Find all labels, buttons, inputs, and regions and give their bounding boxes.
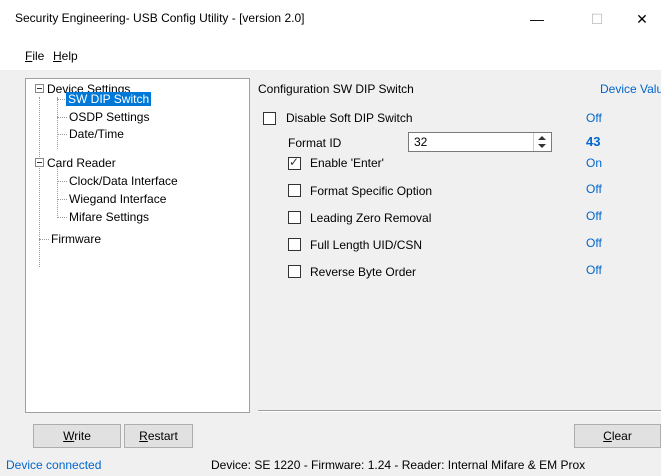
collapse-icon[interactable] [35,158,44,167]
menu-help-label: elp [61,49,78,63]
tree-line [57,181,67,182]
menu-help[interactable]: Help [53,49,78,63]
tree-line [57,134,67,135]
leading-zero-checkbox[interactable] [288,211,301,224]
full-length-value: Off [586,236,602,250]
full-length-checkbox[interactable] [288,238,301,251]
clear-accel: C [603,429,612,443]
menu-file-label: ile [32,49,45,63]
tree-line [39,97,40,267]
reverse-byte-value: Off [586,263,602,277]
disable-soft-dip-checkbox[interactable] [263,112,276,125]
connection-status: Device connected [6,458,102,472]
tree-line [57,217,67,218]
divider [258,410,661,412]
format-specific-checkbox[interactable] [288,184,301,197]
window-title: Security Engineering- USB Config Utility… [15,11,305,25]
status-bar: Device connected Device: SE 1220 - Firmw… [0,453,661,476]
write-accel: W [63,429,75,443]
format-specific-label: Format Specific Option [310,184,433,198]
tree-item-osdp-settings[interactable]: OSDP Settings [69,110,149,125]
tree-line [57,117,67,118]
format-id-label: Format ID [288,136,342,150]
spin-down-icon[interactable] [538,144,546,148]
write-button[interactable]: Write [33,424,121,448]
enable-enter-label: Enable 'Enter' [310,156,384,170]
reverse-byte-checkbox[interactable] [288,265,301,278]
tree-item-date-time[interactable]: Date/Time [69,127,124,142]
format-id-input[interactable]: 32 [408,132,552,152]
spin-up-icon[interactable] [538,136,546,140]
tree-line [57,166,58,218]
device-value-header: Device Value [600,82,661,96]
write-label: rite [74,429,91,443]
tree-item-firmware[interactable]: Firmware [51,232,101,247]
tree-item-label: SW DIP Switch [66,92,152,106]
leading-zero-value: Off [586,209,602,223]
reverse-byte-label: Reverse Byte Order [310,265,417,279]
format-specific-value: Off [586,182,602,196]
tree-item-sw-dip-switch[interactable]: SW DIP Switch [66,92,152,107]
disable-soft-dip-label: Disable Soft DIP Switch [286,111,413,125]
restart-accel: R [139,429,148,443]
tree-line [57,97,58,149]
clear-button[interactable]: Clear [574,424,661,448]
menu-help-accel: H [53,49,62,63]
maximize-button[interactable]: ☐ [575,6,619,32]
menu-file[interactable]: File [25,49,44,63]
enable-enter-checkbox[interactable] [288,155,301,170]
minimize-button[interactable]: — [515,6,559,32]
format-id-spinner[interactable] [533,133,552,151]
leading-zero-label: Leading Zero Removal [310,211,432,225]
format-id-value: 43 [586,134,601,149]
title-bar: Security Engineering- USB Config Utility… [0,0,661,38]
close-button[interactable]: ✕ [620,6,661,32]
config-group-title: Configuration SW DIP Switch [258,82,414,96]
device-info: Device: SE 1220 - Firmware: 1.24 - Reade… [211,458,586,472]
tree-line [57,199,67,200]
tree-item-clock-data[interactable]: Clock/Data Interface [69,174,178,189]
disable-soft-dip-value: Off [586,111,602,125]
enable-enter-value: On [586,156,603,170]
tree-item-card-reader[interactable]: Card Reader [47,156,116,171]
restart-label: estart [147,429,178,443]
format-id-input-value: 32 [414,135,428,149]
collapse-icon[interactable] [35,84,44,93]
clear-label: lear [611,429,632,443]
menu-bar: File Help [0,38,661,70]
full-length-label: Full Length UID/CSN [310,238,423,252]
restart-button[interactable]: Restart [124,424,193,448]
tree-item-wiegand[interactable]: Wiegand Interface [69,192,166,207]
tree-line [39,239,49,240]
tree-item-mifare[interactable]: Mifare Settings [69,210,149,225]
settings-tree[interactable]: Device Settings SW DIP Switch OSDP Setti… [25,78,250,413]
